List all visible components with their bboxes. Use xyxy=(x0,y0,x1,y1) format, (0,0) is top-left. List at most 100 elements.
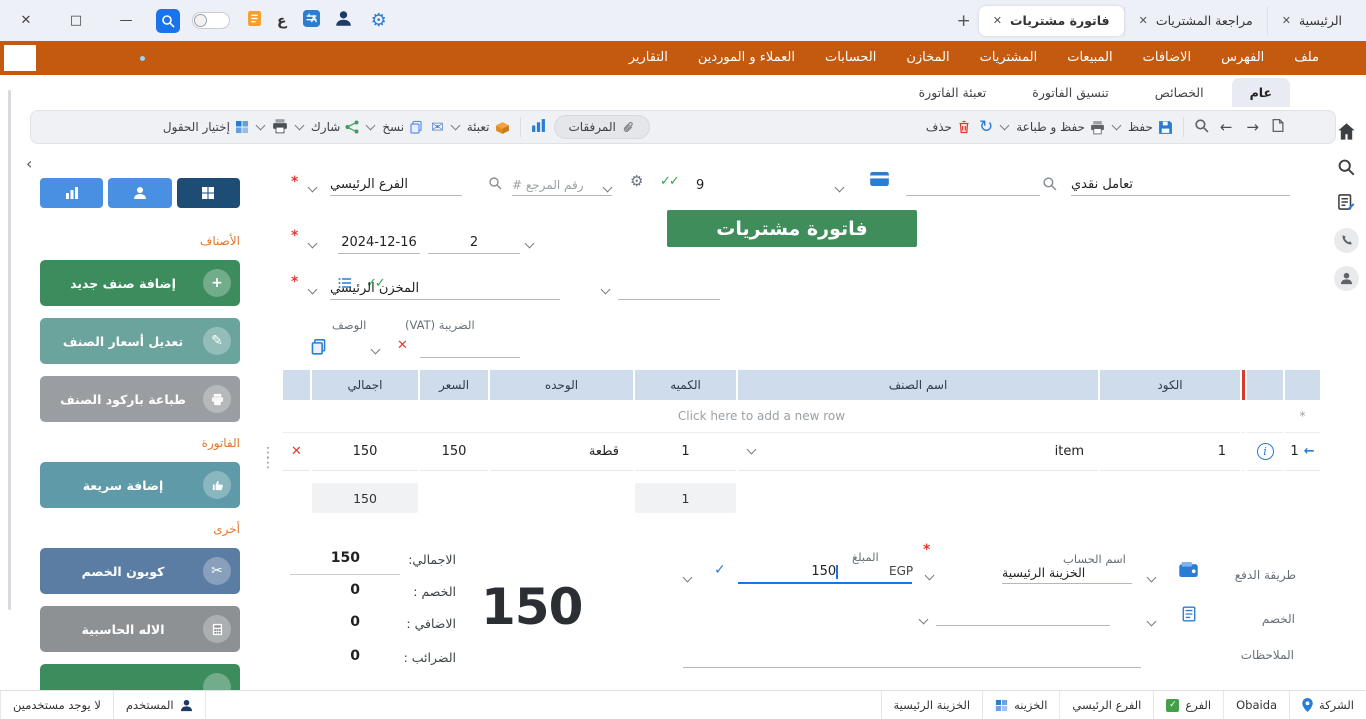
attachments-button[interactable]: المرفقات xyxy=(554,115,650,139)
notes-field[interactable] xyxy=(683,642,1141,668)
share-dropdown-caret[interactable] xyxy=(294,121,304,131)
preview-icon[interactable] xyxy=(1194,118,1209,136)
menu-warehouses[interactable]: المخازن xyxy=(891,41,964,75)
doc-dropdown-caret[interactable] xyxy=(604,180,611,195)
choose-fields-button[interactable]: إختيار الحقول xyxy=(163,120,249,134)
project-dropdown-caret[interactable] xyxy=(602,282,609,297)
menu-sales[interactable]: المبيعات xyxy=(1052,41,1127,75)
cell-item-name[interactable]: item xyxy=(738,433,1098,471)
print-icon[interactable] xyxy=(272,118,288,137)
date-dropdown-caret[interactable] xyxy=(309,236,316,251)
discount-account-caret[interactable] xyxy=(920,612,927,627)
confirm-amount-icon[interactable]: ✓ xyxy=(714,562,726,578)
cell-code[interactable]: 1 xyxy=(1100,433,1240,471)
tab-properties[interactable]: الخصائص xyxy=(1137,78,1222,107)
amount-caret[interactable] xyxy=(684,570,691,585)
menu-reports[interactable]: التقارير xyxy=(614,41,683,75)
tab-general[interactable]: عام xyxy=(1232,78,1290,107)
form-edit-icon[interactable] xyxy=(1337,193,1355,215)
branch-dropdown-caret[interactable] xyxy=(309,180,316,195)
card-icon[interactable] xyxy=(870,172,889,190)
currency-caret[interactable] xyxy=(926,568,933,583)
vat-dropdown-caret[interactable] xyxy=(372,342,379,357)
vat-field[interactable] xyxy=(420,332,520,358)
add-new-row[interactable]: * Click here to add a new row xyxy=(283,400,1320,433)
branch-field[interactable]: الفرع الرئيسي xyxy=(330,170,462,196)
add-item-button[interactable]: + إضافة صنف جديد xyxy=(40,260,240,306)
add-row-hint[interactable]: Click here to add a new row xyxy=(283,400,1240,433)
print-barcode-button[interactable]: طباعة باركود الصنف xyxy=(40,376,240,422)
maximize-window-button[interactable]: □ xyxy=(68,13,84,28)
warehouse-dropdown-caret[interactable] xyxy=(309,282,316,297)
clear-vat-icon[interactable]: ✕ xyxy=(397,338,408,353)
save-button[interactable]: حفظ xyxy=(1128,120,1173,135)
contacts-view-button[interactable] xyxy=(108,178,171,208)
supplier-field[interactable]: تعامل نقدي xyxy=(1071,170,1290,196)
edit-item-prices-button[interactable]: ✎ تعديل أسعار الصنف xyxy=(40,318,240,364)
stats-icon[interactable] xyxy=(531,118,546,136)
menu-clients-suppliers[interactable]: العملاء و الموردين xyxy=(683,41,810,75)
fill-button[interactable]: تعبئة xyxy=(467,120,510,135)
close-icon[interactable]: ✕ xyxy=(993,14,1002,27)
delete-button[interactable]: حذف xyxy=(926,120,971,134)
splitter-handle[interactable]: ⋮⋮ xyxy=(261,448,275,468)
account-name-field[interactable]: الخزينة الرئيسية xyxy=(1002,558,1132,584)
status-username[interactable]: Obaida xyxy=(1223,691,1289,719)
print-dropdown-caret[interactable] xyxy=(255,121,265,131)
row-info-icon[interactable]: i xyxy=(1257,443,1274,460)
menu-file[interactable]: ملف xyxy=(1279,41,1334,75)
status-branch-name[interactable]: الفرع الرئيسي xyxy=(1059,691,1153,719)
delete-row-button[interactable]: ✕ xyxy=(291,444,302,459)
settings-icon[interactable]: ⚙ xyxy=(630,172,643,190)
menu-index[interactable]: الفهرس xyxy=(1206,41,1279,75)
theme-toggle[interactable] xyxy=(192,12,230,29)
warehouse-field[interactable]: المخزن الرئيسي xyxy=(330,274,560,300)
payment-method-icon[interactable] xyxy=(1179,562,1198,581)
home-icon[interactable] xyxy=(1337,122,1356,145)
discount-type-caret[interactable] xyxy=(1148,614,1155,629)
new-tab-button[interactable]: + xyxy=(957,11,971,31)
menu-purchases[interactable]: المشتريات xyxy=(965,41,1053,75)
discount-coupon-button[interactable]: ✂ كوبون الخصم xyxy=(40,548,240,594)
partial-bottom-button[interactable] xyxy=(40,664,240,690)
tab-purchases-review[interactable]: ✕ مراجعة المشتريات xyxy=(1124,6,1267,36)
user-icon[interactable] xyxy=(335,10,352,31)
project-field[interactable] xyxy=(618,274,720,300)
email-icon[interactable]: ✉ xyxy=(431,118,444,136)
search-icon[interactable] xyxy=(156,9,180,33)
quick-add-button[interactable]: إضافة سريعة xyxy=(40,462,240,508)
tab-invoice-format[interactable]: تنسيق الفاتورة xyxy=(1014,78,1127,107)
discount-type-icon[interactable] xyxy=(1181,606,1197,626)
reference-search-icon[interactable] xyxy=(488,176,502,194)
status-branch[interactable]: الفرع ✓ xyxy=(1153,691,1223,719)
new-document-icon[interactable] xyxy=(1270,118,1285,136)
status-company[interactable]: الشركة xyxy=(1289,691,1366,719)
settings-gear-icon[interactable]: ⚙ xyxy=(371,10,387,31)
chart-view-button[interactable] xyxy=(40,178,103,208)
tab-home[interactable]: ✕ الرئيسية xyxy=(1267,6,1356,36)
calculator-button[interactable]: الاله الحاسبية xyxy=(40,606,240,652)
share-button[interactable]: شارك xyxy=(311,120,359,134)
discount-account-field[interactable] xyxy=(936,600,1110,626)
notes-icon[interactable] xyxy=(248,11,261,30)
duplicate-icon[interactable] xyxy=(310,338,327,359)
language-button[interactable]: ع xyxy=(277,13,287,29)
number-field[interactable]: 9 xyxy=(696,170,742,196)
copy-dropdown-caret[interactable] xyxy=(366,121,376,131)
invoice-number-field[interactable]: 2 xyxy=(428,228,520,254)
items-view-button[interactable] xyxy=(177,178,240,208)
item-dropdown-caret[interactable] xyxy=(747,445,757,455)
fill-dropdown-caret[interactable] xyxy=(450,121,460,131)
refresh-icon[interactable]: ↻ xyxy=(979,119,993,136)
status-treasury-name[interactable]: الخزينة الرئيسية xyxy=(881,691,983,719)
profile-icon[interactable] xyxy=(1334,266,1359,291)
close-icon[interactable]: ✕ xyxy=(1282,14,1291,27)
payment-method-caret[interactable] xyxy=(1148,570,1155,585)
forward-icon[interactable]: → xyxy=(1246,118,1259,136)
cell-price[interactable]: 150 xyxy=(420,433,488,471)
minimize-window-button[interactable]: — xyxy=(118,13,134,28)
supplier-search-icon[interactable] xyxy=(1042,176,1057,195)
status-user[interactable]: المستخدم xyxy=(113,691,205,719)
cell-total[interactable]: 150 xyxy=(312,433,418,471)
book-field[interactable] xyxy=(542,228,622,254)
